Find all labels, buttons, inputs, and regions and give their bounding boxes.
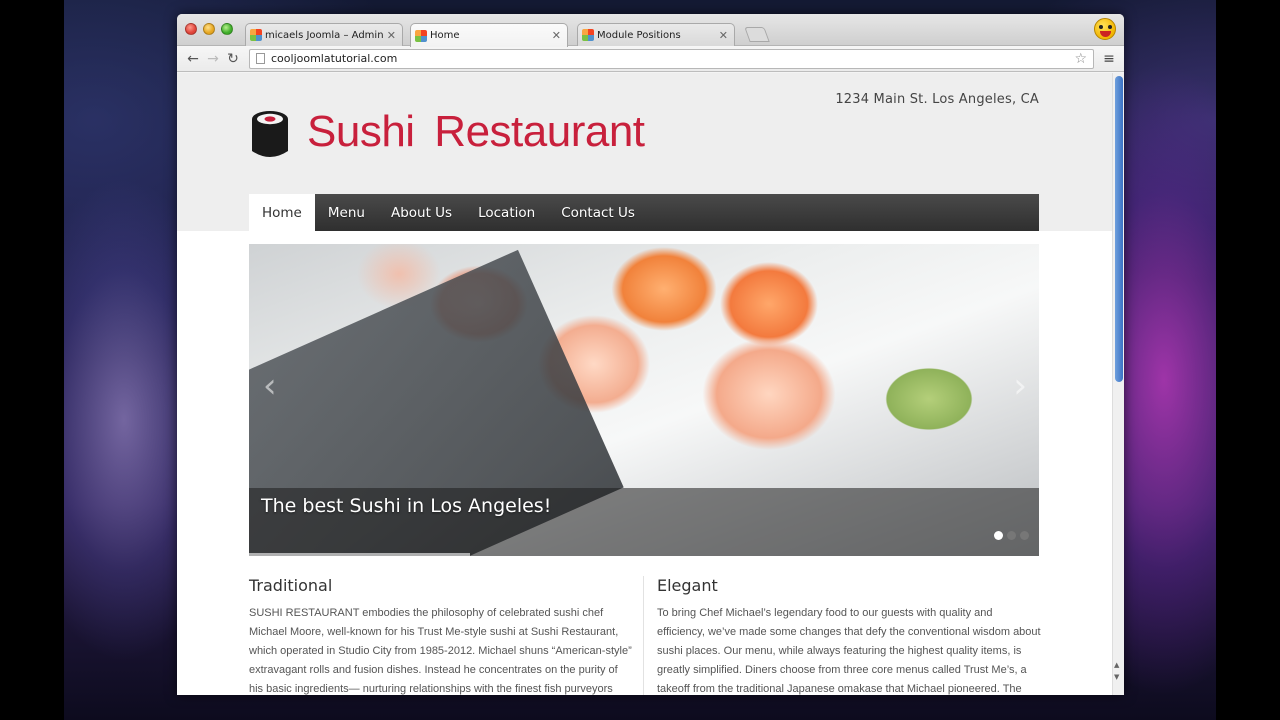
- slider-dot[interactable]: [1020, 531, 1029, 540]
- site-header: 1234 Main St. Los Angeles, CA Sushi Rest…: [177, 73, 1112, 231]
- tab-close-icon[interactable]: ✕: [387, 29, 396, 42]
- reload-icon[interactable]: ↻: [223, 51, 243, 67]
- column-heading: Elegant: [657, 576, 718, 595]
- tab-home[interactable]: Home ✕: [410, 23, 568, 47]
- address-bar[interactable]: cooljoomlatutorial.com ☆: [249, 48, 1094, 69]
- slider-prev-arrow-icon[interactable]: ‹: [263, 366, 277, 406]
- nav-item-menu[interactable]: Menu: [315, 194, 378, 231]
- joomla-favicon-icon: [415, 29, 427, 42]
- slider-dot[interactable]: [1007, 531, 1016, 540]
- slider-next-arrow-icon[interactable]: ›: [1013, 366, 1027, 406]
- content-columns: Traditional SUSHI RESTAURANT embodies th…: [249, 576, 1042, 695]
- slider-pagination: [994, 531, 1029, 540]
- nav-item-about-us[interactable]: About Us: [378, 194, 465, 231]
- scroll-down-arrow-icon[interactable]: ▼: [1114, 673, 1119, 681]
- column-body: SUSHI RESTAURANT embodies the philosophy…: [249, 607, 632, 695]
- image-slider[interactable]: ‹ › The best Sushi in Los Angeles!: [249, 244, 1039, 556]
- nav-item-home[interactable]: Home: [249, 194, 315, 231]
- minimize-window-button[interactable]: [203, 23, 215, 35]
- page-scrollbar[interactable]: ▲ ▼: [1112, 73, 1124, 695]
- tab-close-icon[interactable]: ✕: [719, 29, 728, 42]
- bookmark-star-icon[interactable]: ☆: [1074, 51, 1087, 67]
- joomla-favicon-icon: [582, 29, 594, 41]
- slider-dot[interactable]: [994, 531, 1003, 540]
- browser-toolbar: ← → ↻ cooljoomlatutorial.com ☆ ≡: [177, 46, 1124, 72]
- browser-menu-icon[interactable]: ≡: [1100, 51, 1118, 67]
- window-controls: [185, 23, 233, 35]
- slider-caption: The best Sushi in Los Angeles!: [249, 488, 1039, 556]
- scrollbar-thumb[interactable]: [1115, 76, 1123, 382]
- tab-title: Module Positions: [597, 29, 681, 41]
- url-text[interactable]: cooljoomlatutorial.com: [271, 52, 1074, 65]
- tab-close-icon[interactable]: ✕: [552, 29, 561, 42]
- slider-caption-text: The best Sushi in Los Angeles!: [261, 495, 552, 517]
- close-window-button[interactable]: [185, 23, 197, 35]
- zoom-window-button[interactable]: [221, 23, 233, 35]
- column-body: To bring Chef Michael’s legendary food t…: [657, 607, 1041, 695]
- tab-strip: micaels Joomla – Administra ✕ Home ✕ Mod…: [177, 14, 1124, 47]
- new-tab-button[interactable]: [744, 27, 770, 42]
- tab-joomla-admin[interactable]: micaels Joomla – Administra ✕: [245, 23, 403, 46]
- column-divider: [643, 576, 644, 695]
- restaurant-address: 1234 Main St. Los Angeles, CA: [835, 92, 1039, 107]
- profile-avatar-icon[interactable]: [1094, 18, 1116, 40]
- sushi-roll-logo-icon: [252, 111, 288, 157]
- tab-title: micaels Joomla – Administra: [265, 29, 383, 41]
- page-icon: [256, 53, 265, 64]
- nav-item-contact-us[interactable]: Contact Us: [548, 194, 648, 231]
- tab-module-positions[interactable]: Module Positions ✕: [577, 23, 735, 46]
- main-navigation: Home Menu About Us Location Contact Us: [249, 194, 1039, 231]
- column-elegant: Elegant To bring Chef Michael’s legendar…: [657, 576, 1042, 695]
- back-arrow-icon[interactable]: ←: [183, 51, 203, 67]
- site-logo-text[interactable]: Sushi Restaurant: [307, 107, 645, 157]
- page-viewport: 1234 Main St. Los Angeles, CA Sushi Rest…: [177, 73, 1124, 695]
- nav-item-location[interactable]: Location: [465, 194, 548, 231]
- forward-arrow-icon[interactable]: →: [203, 51, 223, 67]
- slider-progress-bar: [249, 553, 471, 556]
- column-traditional: Traditional SUSHI RESTAURANT embodies th…: [249, 576, 634, 695]
- tab-title: Home: [430, 30, 460, 41]
- browser-window: micaels Joomla – Administra ✕ Home ✕ Mod…: [177, 14, 1124, 695]
- column-heading: Traditional: [249, 576, 333, 595]
- scroll-up-arrow-icon[interactable]: ▲: [1114, 661, 1119, 669]
- letterbox-right: [1216, 0, 1280, 720]
- letterbox-left: [0, 0, 64, 720]
- joomla-favicon-icon: [250, 29, 262, 41]
